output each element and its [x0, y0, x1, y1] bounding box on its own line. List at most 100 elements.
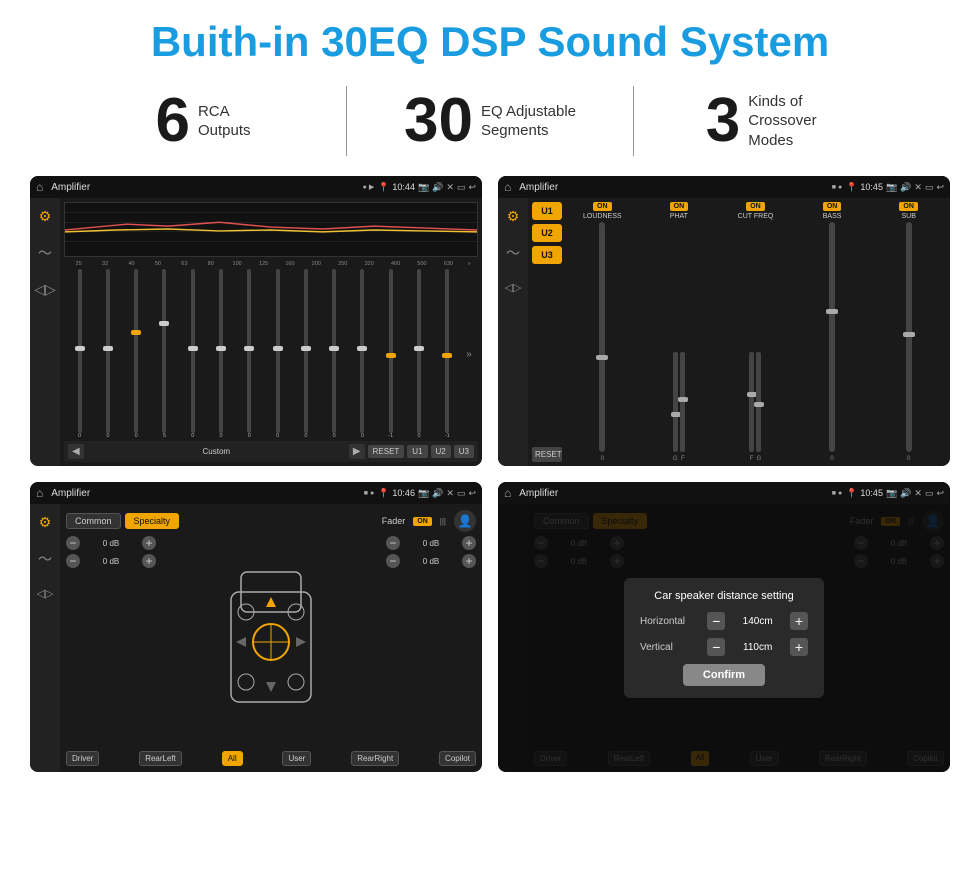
driver-btn-3[interactable]: Driver [66, 751, 99, 766]
u3-btn[interactable]: U3 [532, 246, 562, 264]
bass-label: BASS [823, 213, 842, 220]
stat-eq-number: 30 [404, 90, 473, 152]
bass-on[interactable]: ON [823, 202, 842, 211]
next-button[interactable]: ▶ [349, 444, 365, 459]
user-btn-3[interactable]: User [282, 751, 311, 766]
tab-common-3[interactable]: Common [66, 513, 121, 529]
screen-channels: ⌂ Amplifier ■ ● 📍 10:45 📷 🔊 ✕ ▭ ↩ ⚙ 〜 ◁▷ [498, 176, 950, 466]
fader-left-ctrl: − 0 dB + − 0 dB + [66, 536, 156, 747]
db-plus-1[interactable]: + [142, 536, 156, 550]
reset-btn-2[interactable]: RESET [532, 447, 562, 462]
tab-specialty-3[interactable]: Specialty [125, 513, 180, 529]
prev-button[interactable]: ◀ [68, 444, 84, 459]
u2-btn[interactable]: U2 [532, 224, 562, 242]
slider-col-5[interactable]: 0 [179, 269, 206, 439]
eq-icon-3[interactable]: ⚙ [39, 514, 52, 531]
dialog-horizontal-plus[interactable]: + [790, 612, 808, 630]
profile-icon[interactable]: 👤 [454, 510, 476, 532]
confirm-button[interactable]: Confirm [683, 664, 765, 686]
sub-on[interactable]: ON [899, 202, 918, 211]
dialog-vertical-plus[interactable]: + [790, 638, 808, 656]
wave-icon-2[interactable]: 〜 [506, 243, 520, 263]
dialog-vertical-minus[interactable]: − [707, 638, 725, 656]
phat-slider-f[interactable] [680, 352, 685, 452]
wave-icon-1[interactable]: 〜 [38, 243, 52, 263]
stat-eq-desc: EQ Adjustable Segments [481, 102, 576, 141]
fader-sliders-icon: ||| [440, 517, 446, 526]
stat-crossover-number: 3 [706, 90, 740, 152]
eq-icon-1[interactable]: ⚙ [39, 208, 52, 225]
db-plus-4[interactable]: + [462, 554, 476, 568]
dialog-vertical-label: Vertical [640, 642, 700, 653]
screen3-title: Amplifier [51, 488, 360, 499]
eq-icon-2[interactable]: ⚙ [507, 208, 520, 225]
home-icon-2: ⌂ [504, 180, 511, 194]
close-icon-1: ✕ [446, 182, 454, 193]
copilot-btn-3[interactable]: Copilot [439, 751, 476, 766]
bass-slider[interactable] [829, 222, 835, 452]
slider-col-8[interactable]: 0 [264, 269, 291, 439]
screen2-title: Amplifier [519, 182, 828, 193]
slider-col-14[interactable]: -1 [434, 269, 461, 439]
camera-icon-4: 📷 [886, 488, 897, 499]
channel-loudness: ON LOUDNESS 0 [565, 202, 640, 462]
screen2-main: U1 U2 U3 RESET ON LOUDNESS 0 [528, 198, 950, 466]
slider-col-12[interactable]: -1 [377, 269, 404, 439]
slider-col-2[interactable]: 0 [94, 269, 121, 439]
preset-name: Custom [87, 447, 346, 456]
reset-button-1[interactable]: RESET [368, 445, 405, 458]
phat-slider-g[interactable] [673, 352, 678, 452]
slider-col-11[interactable]: 0 [349, 269, 376, 439]
slider-col-13[interactable]: 0 [405, 269, 432, 439]
dialog-horizontal-minus[interactable]: − [707, 612, 725, 630]
u2-button-1[interactable]: U2 [431, 445, 451, 458]
db-minus-2[interactable]: − [66, 554, 80, 568]
minimize-icon-2: ▭ [925, 182, 934, 193]
db-minus-3[interactable]: − [386, 536, 400, 550]
db-minus-1[interactable]: − [66, 536, 80, 550]
slider-col-9[interactable]: 0 [292, 269, 319, 439]
slider-col-6[interactable]: 0 [207, 269, 234, 439]
left-icons-2: ⚙ 〜 ◁▷ [498, 198, 528, 466]
u3-button-1[interactable]: U3 [454, 445, 474, 458]
rearright-btn-3[interactable]: RearRight [351, 751, 399, 766]
db-row-1: − 0 dB + [66, 536, 156, 550]
loudness-on[interactable]: ON [593, 202, 612, 211]
wave-icon-3[interactable]: 〜 [38, 549, 52, 569]
db-plus-3[interactable]: + [462, 536, 476, 550]
expand-icon[interactable]: » [462, 269, 476, 439]
dialog-horizontal-row: Horizontal − 140cm + [640, 612, 808, 630]
speaker-icon-3[interactable]: ◁▷ [37, 587, 54, 600]
eq-bottom-bar: ◀ Custom ▶ RESET U1 U2 U3 [64, 441, 478, 462]
slider-col-10[interactable]: 0 [321, 269, 348, 439]
screen-eq: ⌂ Amplifier ● ▶ 📍 10:44 📷 🔊 ✕ ▭ ↩ ⚙ 〜 ◁▷ [30, 176, 482, 466]
db-value-1: 0 dB [83, 539, 139, 548]
sub-slider[interactable] [906, 222, 912, 452]
left-icons-1: ⚙ 〜 ◁▷ [30, 198, 60, 466]
cutfreq-on[interactable]: ON [746, 202, 765, 211]
rearleft-btn-3[interactable]: RearLeft [139, 751, 182, 766]
all-btn-3[interactable]: All [222, 751, 243, 766]
speaker-icon-1[interactable]: ◁▷ [34, 281, 56, 298]
cutfreq-slider-g[interactable] [756, 352, 761, 452]
location-icon-3: 📍 [378, 488, 389, 499]
cutfreq-label: CUT FREQ [738, 213, 774, 220]
u1-btn[interactable]: U1 [532, 202, 562, 220]
volume-icon-2: 🔊 [900, 182, 911, 193]
loudness-slider[interactable] [599, 222, 605, 452]
eq-sliders-row: 0 0 0 [64, 267, 478, 441]
dialog-horizontal-value: 140cm [733, 616, 783, 627]
u1-button-1[interactable]: U1 [407, 445, 427, 458]
slider-col-7[interactable]: 0 [236, 269, 263, 439]
phat-on[interactable]: ON [670, 202, 689, 211]
fader-on[interactable]: ON [413, 517, 432, 526]
speaker-icon-2[interactable]: ◁▷ [505, 281, 522, 294]
slider-col-3[interactable]: 0 [123, 269, 150, 439]
db-minus-4[interactable]: − [386, 554, 400, 568]
dialog-vertical-row: Vertical − 110cm + [640, 638, 808, 656]
slider-col-1[interactable]: 0 [66, 269, 93, 439]
close-icon-2: ✕ [914, 182, 922, 193]
db-plus-2[interactable]: + [142, 554, 156, 568]
fader-tabs: Common Specialty Fader ON ||| 👤 [66, 510, 476, 532]
slider-col-4[interactable]: 5 [151, 269, 178, 439]
